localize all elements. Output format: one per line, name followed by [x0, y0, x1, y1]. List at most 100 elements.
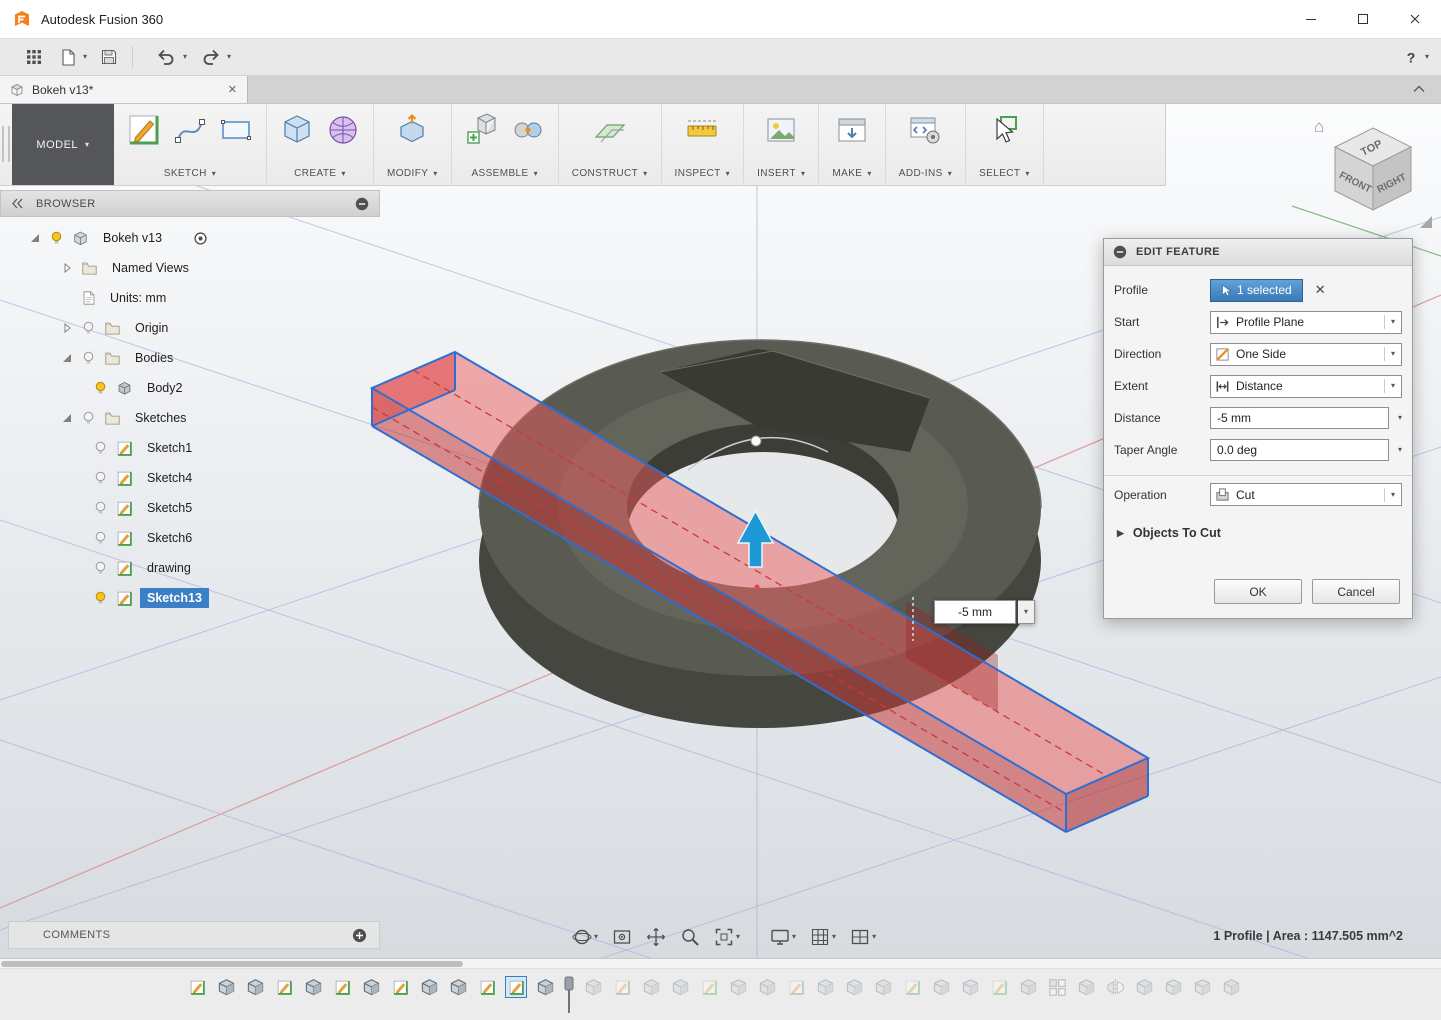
ribbon-group-menu[interactable]: MODIFY▾	[387, 168, 438, 179]
ribbon-group-menu[interactable]: SKETCH▾	[164, 168, 216, 179]
ok-button[interactable]: OK	[1214, 579, 1302, 604]
file-menu-button[interactable]	[56, 45, 81, 70]
timeline-feature-mirror[interactable]	[1104, 976, 1126, 998]
profile-selection-chip[interactable]: 1 selected	[1210, 279, 1303, 302]
timeline-feature-sketch[interactable]	[331, 976, 353, 998]
timeline-feature-extrude[interactable]	[1075, 976, 1097, 998]
timeline-feature-extrude[interactable]	[302, 976, 324, 998]
timeline-feature-extrude[interactable]	[1220, 976, 1242, 998]
timeline-feature-sketch[interactable]	[505, 976, 527, 998]
browser-item-label[interactable]: Sketch13	[140, 588, 209, 608]
browser-item[interactable]: Sketch1	[0, 433, 380, 463]
chevron-down-icon[interactable]: ▾	[1398, 414, 1402, 422]
undo-button[interactable]	[152, 45, 181, 69]
browser-item-label[interactable]: Sketch6	[140, 528, 199, 548]
clear-selection-button[interactable]: ✕	[1315, 282, 1326, 298]
redo-button[interactable]	[196, 45, 225, 69]
chevron-down-icon[interactable]: ▾	[1018, 600, 1035, 624]
dropdown-select[interactable]: Profile Plane ▾	[1210, 311, 1402, 334]
timeline-feature-extrude[interactable]	[447, 976, 469, 998]
browser-item[interactable]: Sketch4	[0, 463, 380, 493]
timeline-feature-sketch[interactable]	[698, 976, 720, 998]
toolbar-grip[interactable]	[2, 126, 10, 162]
timeline-feature-extrude[interactable]	[215, 976, 237, 998]
ribbon-group-menu[interactable]: MAKE▾	[832, 168, 871, 179]
home-view-icon[interactable]: ⌂	[1314, 117, 1324, 136]
browser-item[interactable]: Sketch13	[0, 583, 380, 613]
ribbon-group-menu[interactable]: CREATE▾	[294, 168, 346, 179]
browser-item-label[interactable]: Named Views	[105, 258, 196, 278]
comments-bar[interactable]: COMMENTS	[8, 921, 380, 949]
collapse-browser-button[interactable]	[11, 198, 24, 209]
timeline-feature-sketch[interactable]	[785, 976, 807, 998]
chevron-down-icon[interactable]: ▾	[872, 933, 876, 941]
value-input[interactable]: 0.0 deg	[1210, 439, 1389, 461]
nav-tool-button[interactable]: ▾	[846, 924, 880, 950]
timeline-feature-extrude[interactable]	[418, 976, 440, 998]
timeline-feature-extrude[interactable]	[640, 976, 662, 998]
rotate-manipulator-handle[interactable]	[751, 436, 761, 446]
timeline-feature-extrude[interactable]	[727, 976, 749, 998]
timeline-feature-extrude[interactable]	[1191, 976, 1213, 998]
help-button[interactable]: ?	[1399, 45, 1423, 70]
chevron-down-icon[interactable]: ▾	[792, 933, 796, 941]
chevron-down-icon[interactable]: ▾	[83, 53, 87, 61]
timeline-feature-sketch[interactable]	[389, 976, 411, 998]
timeline-feature-extrude[interactable]	[244, 976, 266, 998]
nav-tool-button[interactable]	[676, 924, 704, 950]
timeline-feature-extrude[interactable]	[1162, 976, 1184, 998]
timeline-feature-sketch[interactable]	[611, 976, 633, 998]
viewcube-menu-icon[interactable]	[1420, 216, 1432, 228]
timeline-scrollbar[interactable]	[0, 959, 1441, 969]
timeline-feature-extrude[interactable]	[843, 976, 865, 998]
collapse-dialog-icon[interactable]	[1113, 245, 1127, 259]
collapse-toolbar-button[interactable]	[1413, 85, 1425, 93]
rb-form-icon[interactable]	[326, 113, 360, 147]
chevron-down-icon[interactable]: ▾	[594, 933, 598, 941]
timeline-feature-extrude[interactable]	[1017, 976, 1039, 998]
activate-component-icon[interactable]	[193, 231, 208, 246]
timeline-feature-extrude[interactable]	[360, 976, 382, 998]
browser-item[interactable]: Named Views	[0, 253, 380, 283]
dialog-header[interactable]: EDIT FEATURE	[1104, 239, 1412, 266]
app-grid-button[interactable]	[21, 45, 47, 69]
browser-item[interactable]: Body2	[0, 373, 380, 403]
rb-sketch-icon[interactable]	[127, 113, 161, 147]
browser-item[interactable]: Sketch6	[0, 523, 380, 553]
ribbon-group-menu[interactable]: ADD-INS▾	[899, 168, 952, 179]
nav-tool-button[interactable]: ▾	[766, 924, 800, 950]
chevron-down-icon[interactable]: ▾	[183, 53, 187, 61]
rb-plane-icon[interactable]	[593, 113, 627, 147]
browser-item[interactable]: Units: mm	[0, 283, 380, 313]
browser-item[interactable]: Sketch5	[0, 493, 380, 523]
timeline-feature-extrude[interactable]	[814, 976, 836, 998]
rb-joint-icon[interactable]	[511, 113, 545, 147]
browser-item-label[interactable]: Units: mm	[103, 288, 173, 308]
rb-newcomp-icon[interactable]	[465, 113, 499, 147]
browser-item[interactable]: drawing	[0, 553, 380, 583]
chevron-down-icon[interactable]: ▾	[832, 933, 836, 941]
viewcube[interactable]: ⌂ TOP FRONT RIGHT	[1308, 106, 1438, 243]
nav-tool-button[interactable]: ▾	[806, 924, 840, 950]
objects-to-cut-expander[interactable]: ▶ Objects To Cut	[1104, 515, 1412, 551]
timeline-feature-extrude[interactable]	[756, 976, 778, 998]
timeline-feature-sketch[interactable]	[988, 976, 1010, 998]
timeline-feature-extrude[interactable]	[1133, 976, 1155, 998]
rb-make-icon[interactable]	[835, 113, 869, 147]
dropdown-select[interactable]: Distance ▾	[1210, 375, 1402, 398]
save-button[interactable]	[96, 45, 122, 69]
browser-item-label[interactable]: Body2	[140, 378, 189, 398]
browser-item-label[interactable]: Sketches	[128, 408, 193, 428]
workspace-switcher[interactable]: MODEL ▾	[12, 104, 114, 185]
timeline-feature-scrubber[interactable]	[563, 976, 575, 1016]
ribbon-group-menu[interactable]: INSERT▾	[757, 168, 805, 179]
dropdown-select[interactable]: Cut ▾	[1210, 483, 1402, 506]
distance-input[interactable]: -5 mm	[934, 600, 1016, 624]
rb-presspull-icon[interactable]	[395, 113, 429, 147]
nav-tool-button[interactable]: ▾	[710, 924, 744, 950]
timeline-feature-sketch[interactable]	[901, 976, 923, 998]
timeline-feature-sketch[interactable]	[476, 976, 498, 998]
browser-item[interactable]: Origin	[0, 313, 380, 343]
nav-tool-button[interactable]	[608, 924, 636, 950]
rb-addins-icon[interactable]	[908, 113, 942, 147]
